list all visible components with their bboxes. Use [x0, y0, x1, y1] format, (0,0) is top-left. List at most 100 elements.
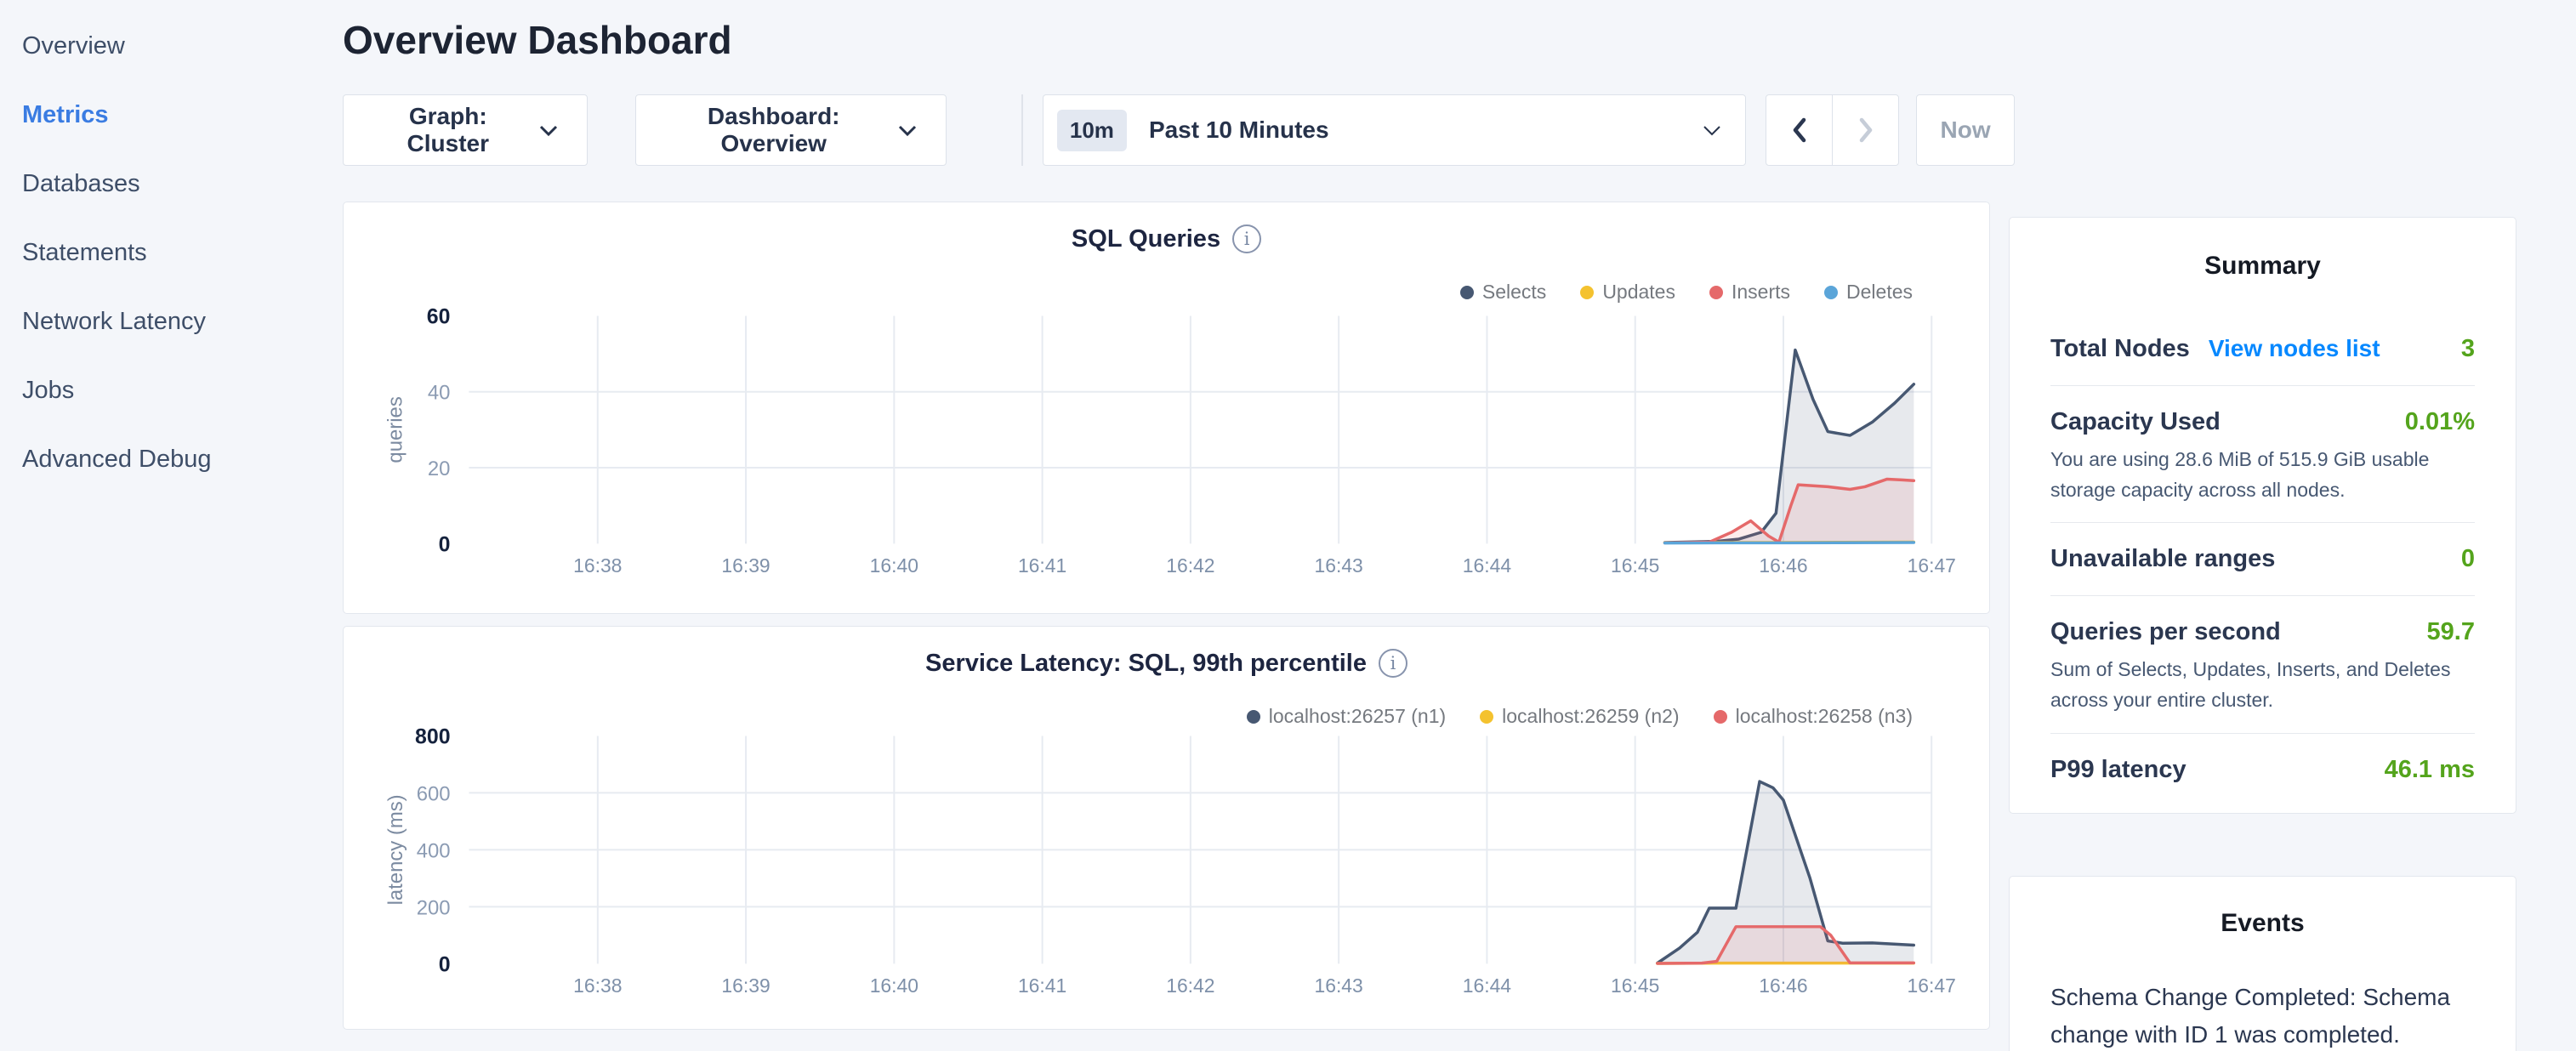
main-content: Overview Dashboard Graph: Cluster Dashbo…	[343, 0, 2015, 1030]
toolbar-divider	[1021, 94, 1023, 166]
summary-description: Sum of Selects, Updates, Inserts, and De…	[2050, 655, 2475, 715]
sidebar-item-network-latency[interactable]: Network Latency	[0, 287, 343, 356]
summary-row-total-nodes: Total Nodes View nodes list 3	[2050, 330, 2475, 368]
legend-dot-icon	[1247, 710, 1260, 724]
summary-label: P99 latency	[2050, 756, 2186, 784]
page-title: Overview Dashboard	[343, 17, 2015, 63]
app-window: Overview Metrics Databases Statements Ne…	[0, 0, 2576, 1051]
graph-dropdown[interactable]: Graph: Cluster	[343, 94, 588, 166]
service-latency-card: Service Latency: SQL, 99th percentile i …	[343, 626, 1990, 1030]
summary-label: Capacity Used	[2050, 408, 2221, 436]
svg-text:16:39: 16:39	[721, 974, 770, 997]
sidebar-item-overview[interactable]: Overview	[0, 12, 343, 81]
summary-row-p99-latency: P99 latency 46.1 ms	[2050, 751, 2475, 789]
svg-text:800: 800	[415, 724, 451, 748]
divider	[2050, 385, 2475, 386]
events-panel: Events Schema Change Completed: Schema c…	[2009, 876, 2516, 1051]
legend-dot-icon	[1709, 286, 1723, 299]
summary-row-qps: Queries per second 59.7	[2050, 613, 2475, 651]
summary-value: 46.1 ms	[2385, 756, 2475, 784]
svg-text:16:47: 16:47	[1908, 554, 1956, 577]
svg-text:16:44: 16:44	[1463, 554, 1512, 577]
sql-queries-chart[interactable]: 16:38 16:39 16:40 16:41 16:42 16:43 16:44 16:45…	[344, 202, 1989, 613]
summary-value: 0.01%	[2405, 408, 2475, 436]
divider	[2050, 733, 2475, 734]
legend-item: Inserts	[1709, 281, 1790, 304]
svg-text:16:41: 16:41	[1018, 974, 1066, 997]
sidebar-item-jobs[interactable]: Jobs	[0, 356, 343, 425]
sidebar-item-databases[interactable]: Databases	[0, 150, 343, 219]
svg-text:16:38: 16:38	[573, 974, 622, 997]
sidebar: Overview Metrics Databases Statements Ne…	[0, 0, 343, 494]
legend-item: localhost:26257 (n1)	[1247, 705, 1446, 728]
chart-legend: localhost:26257 (n1) localhost:26259 (n2)…	[1247, 705, 1913, 728]
divider	[2050, 522, 2475, 523]
chevron-down-icon	[1703, 125, 1721, 136]
svg-text:queries: queries	[384, 396, 407, 463]
dashboard-dropdown-label: Dashboard: Overview	[665, 103, 883, 157]
svg-text:16:42: 16:42	[1166, 974, 1214, 997]
summary-panel: Summary Total Nodes View nodes list 3 Ca…	[2009, 217, 2516, 814]
svg-text:600: 600	[417, 782, 451, 805]
chart-title: Service Latency: SQL, 99th percentile	[925, 650, 1367, 678]
svg-text:latency (ms): latency (ms)	[384, 794, 407, 905]
info-icon[interactable]: i	[1232, 224, 1261, 253]
svg-text:16:40: 16:40	[870, 554, 918, 577]
svg-text:16:45: 16:45	[1611, 554, 1659, 577]
graph-dropdown-label: Graph: Cluster	[372, 103, 524, 157]
summary-label: Total Nodes	[2050, 335, 2190, 363]
info-icon[interactable]: i	[1379, 649, 1407, 678]
legend-dot-icon	[1714, 710, 1727, 724]
legend-item: Selects	[1460, 281, 1546, 304]
summary-value: 59.7	[2427, 618, 2475, 646]
legend-dot-icon	[1480, 710, 1493, 724]
svg-text:16:41: 16:41	[1018, 554, 1066, 577]
legend-dot-icon	[1460, 286, 1474, 299]
time-window-label: Past 10 Minutes	[1149, 116, 1687, 144]
divider	[2050, 595, 2475, 596]
sidebar-item-statements[interactable]: Statements	[0, 219, 343, 287]
next-time-button[interactable]	[1832, 94, 1899, 166]
summary-value: 3	[2461, 335, 2475, 363]
prev-time-button[interactable]	[1766, 94, 1833, 166]
svg-text:60: 60	[427, 304, 451, 328]
svg-text:400: 400	[417, 839, 451, 862]
legend-item: localhost:26259 (n2)	[1480, 705, 1679, 728]
dashboard-dropdown[interactable]: Dashboard: Overview	[635, 94, 947, 166]
svg-text:16:43: 16:43	[1315, 554, 1363, 577]
time-window-picker[interactable]: 10m Past 10 Minutes	[1043, 94, 1746, 166]
chevron-left-icon	[1791, 117, 1808, 143]
summary-label: Unavailable ranges	[2050, 545, 2275, 573]
view-nodes-link[interactable]: View nodes list	[2209, 335, 2380, 362]
time-window-badge: 10m	[1057, 110, 1127, 151]
svg-text:16:42: 16:42	[1166, 554, 1214, 577]
svg-text:16:38: 16:38	[573, 554, 622, 577]
sidebar-item-metrics[interactable]: Metrics	[0, 81, 343, 150]
events-title: Events	[2050, 909, 2475, 938]
svg-text:16:39: 16:39	[721, 554, 770, 577]
summary-row-unavailable-ranges: Unavailable ranges 0	[2050, 540, 2475, 578]
svg-text:16:47: 16:47	[1908, 974, 1956, 997]
toolbar: Graph: Cluster Dashboard: Overview 10m P…	[343, 94, 2015, 166]
summary-title: Summary	[2050, 252, 2475, 281]
legend-dot-icon	[1580, 286, 1594, 299]
chart-title: SQL Queries	[1072, 225, 1220, 253]
chart-legend: SelectsUpdatesInsertsDeletes	[1460, 281, 1913, 304]
sql-queries-card: SQL Queries i SelectsUpdatesInsertsDelet…	[343, 202, 1990, 614]
service-latency-chart[interactable]: 16:3816:3916:4016:4116:4216:4316:4416:45…	[344, 627, 1989, 1029]
chevron-down-icon	[898, 125, 917, 136]
summary-row-capacity: Capacity Used 0.01%	[2050, 403, 2475, 441]
legend-item: localhost:26258 (n3)	[1714, 705, 1913, 728]
svg-text:20: 20	[428, 457, 451, 480]
legend-item: Updates	[1580, 281, 1675, 304]
summary-description: You are using 28.6 MiB of 515.9 GiB usab…	[2050, 445, 2475, 505]
svg-text:40: 40	[428, 382, 451, 405]
legend-dot-icon	[1824, 286, 1838, 299]
now-button[interactable]: Now	[1916, 94, 2015, 166]
chevron-right-icon	[1857, 117, 1874, 143]
svg-text:16:43: 16:43	[1314, 974, 1362, 997]
svg-text:16:46: 16:46	[1759, 554, 1807, 577]
svg-text:0: 0	[439, 532, 451, 556]
event-item[interactable]: Schema Change Completed: Schema change w…	[2050, 979, 2475, 1051]
sidebar-item-advanced-debug[interactable]: Advanced Debug	[0, 425, 343, 494]
